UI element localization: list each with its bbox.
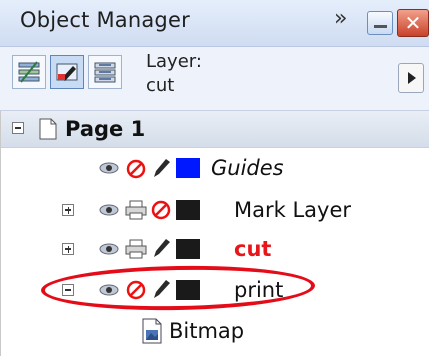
bitmap-icon	[142, 318, 162, 344]
page-label: Page 1	[65, 117, 146, 141]
flyout-menu-button[interactable]	[398, 63, 424, 93]
show-object-properties-icon	[18, 61, 40, 83]
close-button[interactable]: ✕	[397, 9, 429, 37]
object-manager-panel: Object Manager » ✕ Layer: cut Page 1 Gui…	[0, 0, 429, 356]
layer-color-swatch	[176, 239, 200, 259]
layer-manager-view-icon	[94, 62, 116, 83]
object-tree: Page 1 Guides Mark Layer cut print Bitma…	[0, 111, 429, 356]
printer-icon[interactable]	[125, 200, 147, 220]
toolbar: Layer: cut	[0, 47, 429, 111]
show-object-properties-button[interactable]	[12, 55, 46, 89]
pencil-edit-icon[interactable]	[151, 237, 171, 259]
tree-layer-row-cut[interactable]: cut	[1, 231, 429, 269]
eye-icon[interactable]	[99, 161, 119, 175]
layer-expander-icon[interactable]	[62, 243, 74, 255]
page-expander-icon[interactable]	[12, 122, 24, 134]
pencil-edit-icon[interactable]	[151, 157, 171, 179]
layer-color-swatch	[176, 158, 200, 178]
page-icon	[39, 118, 57, 140]
eye-icon[interactable]	[99, 203, 119, 217]
layer-color-swatch	[176, 200, 200, 220]
layer-label: Layer:	[146, 51, 202, 72]
edit-disabled-icon[interactable]	[151, 200, 171, 220]
window-title: Object Manager	[20, 8, 190, 32]
printer-icon[interactable]	[125, 239, 147, 259]
current-layer-value: cut	[146, 75, 175, 96]
edit-across-layers-button[interactable]	[50, 55, 84, 89]
tree-object-row-bitmap[interactable]: Bitmap	[1, 313, 429, 351]
layer-expander-icon[interactable]	[62, 204, 74, 216]
tree-layer-row-guides[interactable]: Guides	[1, 151, 429, 189]
title-bar: Object Manager » ✕	[0, 0, 429, 47]
object-name: Bitmap	[169, 319, 245, 343]
tree-layer-row-mark-layer[interactable]: Mark Layer	[1, 192, 429, 230]
eye-icon[interactable]	[99, 242, 119, 256]
tree-page-row[interactable]: Page 1	[1, 111, 429, 148]
layer-name: Guides	[211, 156, 284, 180]
layer-name: Mark Layer	[234, 198, 352, 222]
collapse-chevron-icon[interactable]: »	[334, 6, 347, 31]
minimize-button[interactable]	[367, 11, 393, 35]
layer-manager-view-button[interactable]	[88, 55, 122, 89]
print-disabled-icon[interactable]	[126, 159, 146, 179]
active-layer-name: cut	[234, 237, 272, 261]
edit-across-layers-icon	[56, 63, 78, 81]
